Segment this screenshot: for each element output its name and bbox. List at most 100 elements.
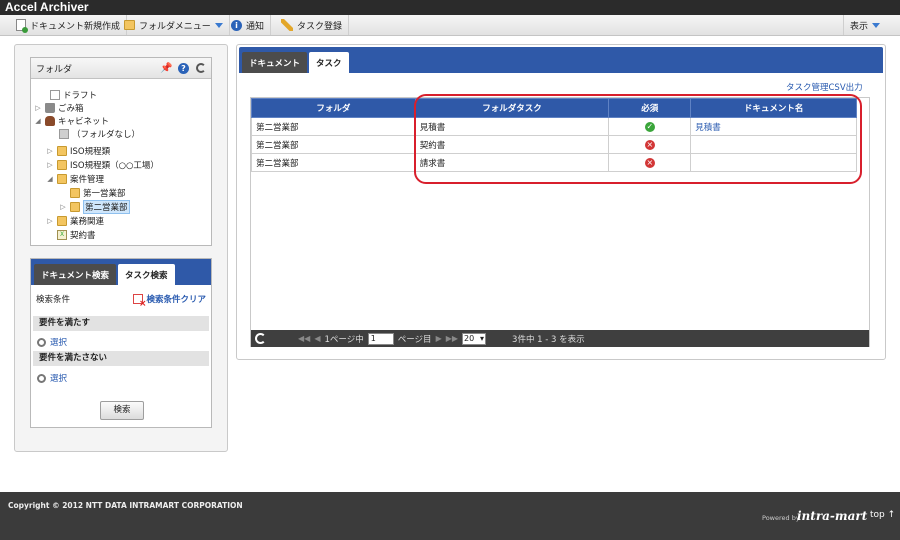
toolbar: ドキュメント新規作成 フォルダメニュー i 通知 タスク登録 表示 — [0, 15, 900, 36]
pencil-icon — [281, 19, 293, 31]
cell-folder: 第二営業部 — [251, 135, 416, 154]
tree-item[interactable]: ▷ ISO規程類（○○工場） — [46, 158, 159, 171]
tree-item[interactable]: ◢ キャビネット — [34, 114, 109, 127]
tree-item-label: ISO規程類（○○工場） — [70, 160, 159, 171]
new-document-icon — [16, 19, 28, 33]
search-tabs: ドキュメント検索 タスク検索 — [31, 259, 211, 285]
page-prefix-label: 1ページ中 — [324, 334, 364, 345]
title-bar: Accel Archiver — [0, 0, 900, 15]
powered-by-text: Powered by — [762, 514, 800, 522]
folder-menu-button[interactable]: フォルダメニュー — [118, 15, 230, 35]
trash-icon — [45, 102, 55, 113]
collapse-icon[interactable]: ◢ — [46, 175, 54, 183]
clear-conditions-label: 検索条件クリア — [146, 295, 206, 305]
folder-icon — [70, 187, 80, 198]
help-icon[interactable]: ? — [178, 62, 189, 74]
tree-item-label: 案件管理 — [70, 174, 105, 185]
search-conditions-label: 検索条件 — [36, 295, 71, 305]
pin-icon[interactable]: 📌 — [160, 63, 172, 74]
cell-folder: 第二営業部 — [251, 153, 416, 172]
page-number-input[interactable]: 1 — [367, 332, 394, 345]
cell-folder: 第二営業部 — [251, 117, 416, 136]
column-header-folder[interactable]: フォルダ — [251, 98, 416, 118]
must-not-match-section: 要件を満たさない — [33, 351, 209, 366]
top-link[interactable]: top ↑ — [870, 510, 895, 520]
must-match-section: 要件を満たす — [33, 316, 209, 331]
notify-button[interactable]: i 通知 — [225, 15, 272, 35]
display-label: 表示 — [850, 21, 869, 32]
chevron-down-icon: ▾ — [480, 334, 485, 343]
folder-icon — [57, 159, 67, 170]
pager-summary: 3件中 1 - 3 を表示 — [512, 334, 585, 345]
new-document-button[interactable]: ドキュメント新規作成 — [10, 15, 128, 35]
expand-icon[interactable]: ▷ — [46, 217, 54, 225]
tree-item-label: ISO規程類 — [70, 146, 111, 157]
footer: Copyright © 2012 NTT DATA INTRAMART CORP… — [0, 492, 900, 540]
prev-page-icon[interactable]: ◀ — [314, 334, 320, 343]
expand-icon[interactable]: ▷ — [59, 203, 67, 211]
folder-icon — [59, 128, 69, 139]
csv-export-link[interactable]: タスク管理CSV出力 — [786, 81, 863, 93]
page-suffix-label: ページ目 — [397, 334, 432, 345]
app-title: Accel Archiver — [5, 0, 89, 14]
refresh-icon[interactable] — [196, 63, 206, 73]
expand-icon[interactable]: ▷ — [34, 104, 42, 112]
tree-item[interactable]: ▷ ごみ箱 — [34, 101, 84, 114]
per-page-value: 20 — [464, 334, 475, 343]
chevron-down-icon — [872, 22, 881, 28]
tree-item-label: ごみ箱 — [58, 103, 84, 114]
search-icon — [37, 373, 46, 383]
tree-item-label: 業務関連 — [70, 216, 105, 227]
tree-item[interactable]: ▷ ISO規程類 — [46, 144, 110, 157]
cabinet-icon — [45, 115, 55, 126]
must-match-select-link[interactable]: 選択 — [37, 336, 67, 348]
tree-item[interactable]: ▷ 業務関連 — [46, 214, 104, 227]
tab-task-search[interactable]: タスク検索 — [118, 264, 175, 285]
tab-task[interactable]: タスク — [309, 52, 349, 73]
tree-item-label: （フォルダなし） — [72, 129, 141, 140]
search-button[interactable]: 検索 — [100, 401, 144, 420]
folder-tree-panel: フォルダ 📌 ? ドラフト ▷ ごみ箱 ◢ キャビネット （フォルダなし） ▷ … — [30, 57, 212, 246]
tree-item-selected[interactable]: ▷ 第二営業部 — [59, 199, 130, 214]
tree-item-label: 第一営業部 — [83, 188, 126, 199]
tree-item[interactable]: X 契約書 — [46, 228, 96, 241]
last-page-icon[interactable]: ▶▶ — [446, 334, 458, 343]
select-label: 選択 — [50, 338, 68, 348]
must-not-match-select-link[interactable]: 選択 — [37, 372, 67, 384]
per-page-select[interactable]: 20 ▾ — [462, 332, 487, 345]
pager-bar: ◀◀ ◀ 1ページ中 1 ページ目 ▶ ▶▶ 20 ▾ 3件中 1 - 3 を表… — [251, 330, 869, 347]
notify-label: 通知 — [246, 21, 265, 32]
expand-icon[interactable]: ▷ — [46, 147, 54, 155]
tree-item[interactable]: ドラフト — [39, 88, 97, 101]
tree-item[interactable]: 第一営業部 — [59, 186, 126, 199]
new-document-label: ドキュメント新規作成 — [30, 21, 121, 32]
tree-item-label: キャビネット — [58, 116, 110, 127]
info-icon: i — [231, 19, 242, 31]
next-page-icon[interactable]: ▶ — [436, 334, 442, 343]
refresh-icon[interactable] — [255, 333, 266, 344]
search-conditions-header: 検索条件 検索条件クリア — [31, 293, 211, 309]
clear-icon — [133, 294, 146, 309]
expand-icon[interactable]: ▷ — [46, 161, 54, 169]
tree-item[interactable]: （フォルダなし） — [48, 127, 140, 140]
folder-icon — [124, 20, 135, 30]
collapse-icon[interactable]: ◢ — [34, 117, 42, 125]
clear-conditions-link[interactable]: 検索条件クリア — [133, 293, 206, 309]
folder-icon — [57, 173, 67, 184]
select-label: 選択 — [50, 374, 68, 384]
display-menu-button[interactable]: 表示 — [843, 15, 900, 35]
brand-logo: intra-mart — [797, 509, 868, 523]
tree-item-label: ドラフト — [63, 90, 98, 101]
page-icon — [50, 89, 60, 100]
folder-icon — [70, 201, 80, 212]
task-register-button[interactable]: タスク登録 — [275, 15, 350, 35]
tree-item-label: 第二営業部 — [83, 199, 130, 214]
tree-item[interactable]: ◢ 案件管理 — [46, 172, 104, 185]
tab-document-search[interactable]: ドキュメント検索 — [34, 264, 117, 285]
search-icon — [37, 337, 46, 347]
search-panel: ドキュメント検索 タスク検索 検索条件 検索条件クリア 要件を満たす 選択 要件… — [30, 258, 212, 428]
folder-menu-label: フォルダメニュー — [139, 21, 211, 32]
tab-document[interactable]: ドキュメント — [242, 52, 308, 73]
first-page-icon[interactable]: ◀◀ — [298, 334, 310, 343]
folder-panel-title: フォルダ — [36, 64, 73, 75]
